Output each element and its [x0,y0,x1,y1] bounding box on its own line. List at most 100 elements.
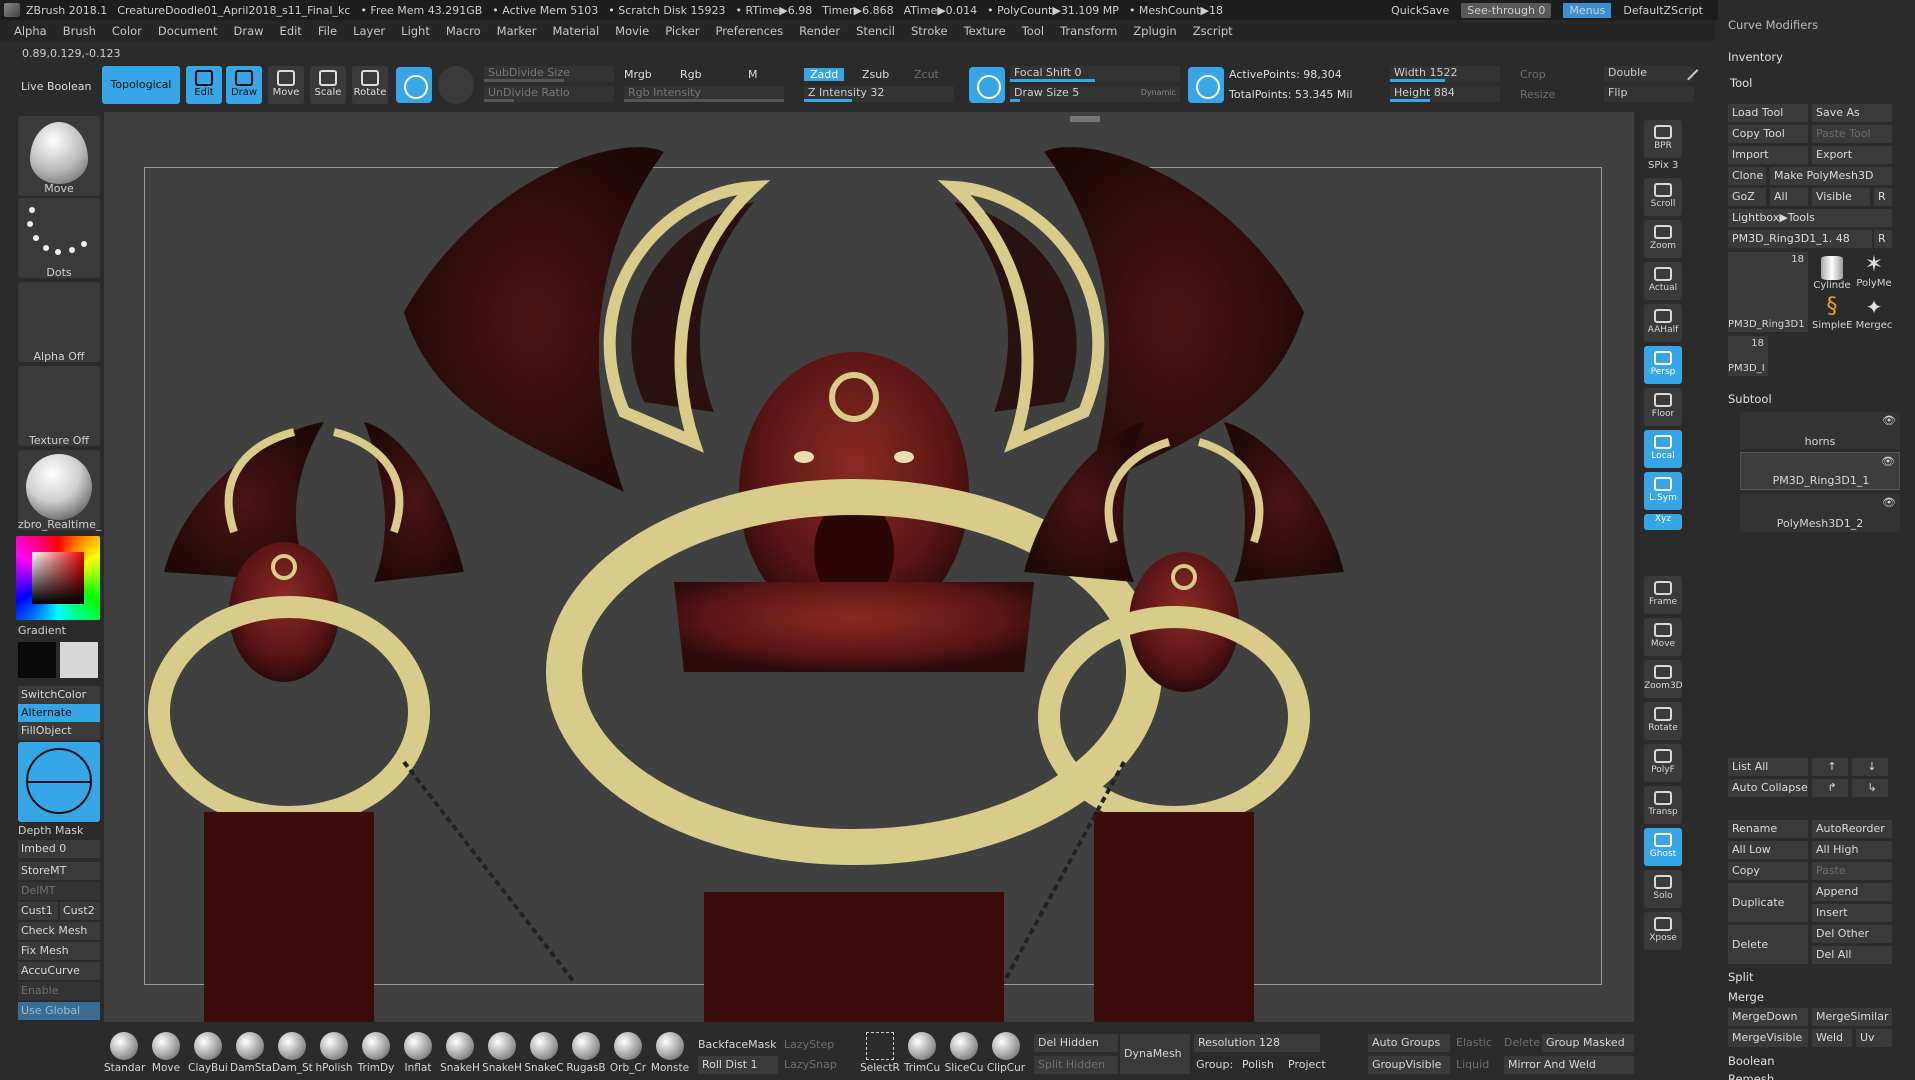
lazystep-slider[interactable]: LazyStep [784,1038,834,1051]
menu-alpha[interactable]: Alpha [14,24,47,38]
menu-zscript[interactable]: Zscript [1193,24,1233,38]
sketch-sphere-icon[interactable] [438,66,474,104]
cust1-button[interactable]: Cust1 [18,902,58,920]
brush-selectrect[interactable]: SelectR [860,1032,900,1074]
mirror-and-weld-button[interactable]: Mirror And Weld [1504,1056,1634,1074]
double-button[interactable]: Double [1604,66,1694,82]
switchcolor-button[interactable]: SwitchColor [18,686,100,704]
auto-groups-button[interactable]: Auto Groups [1368,1034,1450,1052]
append-button[interactable]: Append [1812,883,1892,901]
tool-header[interactable]: Tool [1730,76,1752,90]
roll-dist-slider[interactable]: Roll Dist 1 [698,1056,778,1074]
mergedown-button[interactable]: MergeDown [1728,1008,1808,1026]
see-through-slider[interactable]: See-through 0 [1461,2,1552,18]
depth-mask-button[interactable] [18,742,100,822]
secondary-color-swatch[interactable] [18,642,56,678]
check-mesh-button[interactable]: Check Mesh In [18,922,100,955]
polyf-button[interactable]: PolyF [1644,744,1682,782]
tool-thumbnail-ring[interactable]: 18 PM3D_Ring3D1 [1728,252,1808,332]
brush-slicecurve[interactable]: SliceCu [944,1032,984,1074]
zsub-button[interactable]: Zsub [862,68,889,81]
collapse-arrow-icon[interactable]: ↱ [1812,779,1848,797]
clone-button[interactable]: Clone [1728,167,1766,185]
goz-button[interactable]: GoZ [1728,188,1766,206]
menu-file[interactable]: File [318,24,337,38]
subdivide-size-slider[interactable]: SubDivide Size [484,66,614,82]
merge-header[interactable]: Merge [1728,990,1764,1004]
menu-color[interactable]: Color [112,24,142,38]
fix-mesh-button[interactable]: Fix Mesh [18,942,100,960]
persp-button[interactable]: Persp [1644,346,1682,384]
goz-r-button[interactable]: R [1874,188,1892,206]
live-boolean-button[interactable]: Live Boolean [21,80,92,93]
menu-document[interactable]: Document [158,24,218,38]
imbed-slider[interactable]: Imbed 0 [18,840,100,858]
xyz-button[interactable]: Xyz [1644,514,1682,530]
ghost-button[interactable]: Ghost [1644,828,1682,866]
export-button[interactable]: Export [1812,146,1892,164]
menu-render[interactable]: Render [799,24,840,38]
list-all-button[interactable]: List All [1728,758,1808,776]
current-tool-r-button[interactable]: R [1874,230,1892,248]
menu-movie[interactable]: Movie [615,24,649,38]
brush-snakecurve[interactable]: SnakeC [524,1032,564,1074]
inventory-header[interactable]: Inventory [1728,50,1783,64]
menu-light[interactable]: Light [401,24,430,38]
topological-button[interactable]: Topological [102,66,180,104]
copy-subtool-button[interactable]: Copy [1728,862,1808,880]
menu-layer[interactable]: Layer [353,24,385,38]
focal-shift-slider[interactable]: Focal Shift 0 [1010,66,1180,82]
subtool-header[interactable]: Subtool [1728,392,1772,406]
brush-snakehook[interactable]: SnakeH [440,1032,480,1074]
menu-draw[interactable]: Draw [234,24,264,38]
brush-standard[interactable]: Standar [104,1032,145,1074]
delete-button[interactable]: Delete [1728,925,1808,964]
rotate-view-button[interactable]: Rotate [1644,702,1682,740]
visibility-eye-icon[interactable]: 👁 [1882,496,1896,509]
enable-button[interactable]: Enable [18,982,100,1000]
m-button[interactable]: M [748,68,758,81]
zoom3d-button[interactable]: Zoom3D [1644,660,1683,698]
move-down-arrow-icon[interactable]: ↓ [1852,758,1888,776]
visibility-eye-icon[interactable]: 👁 [1881,455,1895,468]
bpr-button[interactable]: BPR [1644,120,1682,158]
expand-arrow-icon[interactable]: ↳ [1852,779,1888,797]
move-mode-button[interactable]: Move [268,66,304,104]
lazysnap-slider[interactable]: LazySnap [784,1058,837,1071]
subtool-item[interactable]: PolyMesh3D1_2 👁 [1740,494,1900,532]
flip-button[interactable]: Flip [1604,86,1694,102]
scale-mode-button[interactable]: Scale [310,66,346,104]
menu-transform[interactable]: Transform [1060,24,1117,38]
undivide-ratio-slider[interactable]: UnDivide Ratio [484,86,614,102]
brush-rugasb[interactable]: RugasB [566,1032,606,1074]
mrgb-button[interactable]: Mrgb [624,68,652,81]
load-tool-button[interactable]: Load Tool [1728,104,1808,122]
cust2-button[interactable]: Cust2 [60,902,100,920]
frame-button[interactable]: Frame [1644,576,1682,614]
delete-group-button[interactable]: Delete [1504,1036,1540,1049]
main-color-swatch[interactable] [60,642,98,678]
brush-claybuildup[interactable]: ClayBui [188,1032,228,1074]
cylinder-tool-thumb[interactable]: Cylinde [1812,252,1852,292]
rgb-button[interactable]: Rgb [680,68,702,81]
menu-tool[interactable]: Tool [1022,24,1044,38]
groupvisible-button[interactable]: GroupVisible [1368,1056,1450,1074]
project-button[interactable]: Project [1288,1058,1326,1071]
all-low-button[interactable]: All Low [1728,841,1808,859]
polymesh-tool-thumb[interactable]: ✶ PolyMe [1854,252,1894,292]
insert-button[interactable]: Insert [1812,904,1892,922]
import-button[interactable]: Import [1728,146,1808,164]
autoreorder-button[interactable]: AutoReorder [1812,820,1892,838]
menu-zplugin[interactable]: Zplugin [1133,24,1176,38]
brush-dam-st[interactable]: Dam_St [272,1032,313,1074]
duplicate-button[interactable]: Duplicate [1728,883,1808,922]
make-polymesh-button[interactable]: Make PolyMesh3D [1770,167,1892,185]
del-hidden-button[interactable]: Del Hidden [1034,1034,1118,1052]
edit-button[interactable]: Edit [186,66,222,104]
lsym-button[interactable]: L.Sym [1644,472,1682,510]
move-up-arrow-icon[interactable]: ↑ [1812,758,1848,776]
color-picker[interactable] [16,536,100,620]
simple-brush-thumb[interactable]: § SimpleE [1812,294,1852,334]
brush-trimdynamic[interactable]: TrimDy [356,1032,396,1074]
liquid-button[interactable]: Liquid [1456,1058,1489,1071]
